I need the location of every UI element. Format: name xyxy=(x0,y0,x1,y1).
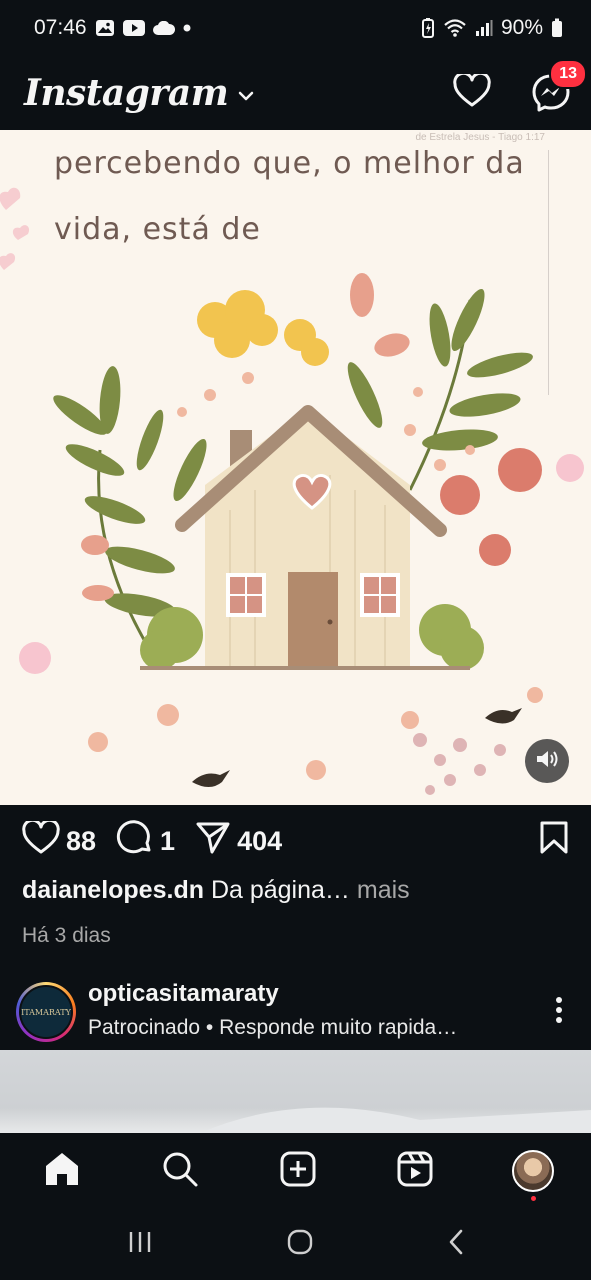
caption-username[interactable]: daianelopes.dn xyxy=(22,876,204,904)
post-media[interactable]: de Estrela Jesus - Tiago 1:17 percebendo… xyxy=(0,130,591,805)
comment-icon xyxy=(116,819,154,863)
caption-more-link[interactable]: mais xyxy=(357,876,410,904)
message-count-badge: 13 xyxy=(549,59,587,89)
nav-profile[interactable] xyxy=(511,1149,555,1201)
youtube-icon xyxy=(122,20,145,36)
profile-notification-dot xyxy=(531,1196,536,1201)
battery-saver-icon xyxy=(421,18,435,38)
reels-icon xyxy=(396,1150,434,1193)
messenger-button[interactable]: 13 xyxy=(531,59,587,113)
profile-avatar xyxy=(512,1150,554,1192)
battery-percentage: 90% xyxy=(500,16,543,39)
notifications-heart-icon[interactable] xyxy=(453,71,491,113)
post-caption: daianelopes.dn Da página… mais xyxy=(22,876,410,905)
signal-icon xyxy=(475,19,493,37)
bookmark-icon[interactable] xyxy=(539,821,569,862)
search-icon xyxy=(161,1150,199,1193)
instagram-logo[interactable]: Instagram xyxy=(24,72,229,114)
recents-icon[interactable] xyxy=(127,1230,153,1259)
post-action-bar: 88 1 404 xyxy=(0,808,591,874)
wifi-icon xyxy=(443,19,467,37)
caption-text: Da página… xyxy=(210,876,350,904)
more-options-icon[interactable] xyxy=(555,996,563,1029)
comment-count: 1 xyxy=(160,825,176,856)
sponsor-username[interactable]: opticasitamaraty xyxy=(88,980,279,1008)
nav-search[interactable] xyxy=(158,1149,202,1193)
speaker-icon xyxy=(535,748,559,775)
notification-dot-icon xyxy=(183,24,191,32)
chevron-down-icon[interactable] xyxy=(238,88,254,106)
post-timestamp: Há 3 dias xyxy=(22,924,111,947)
status-bar: 07:46 90% xyxy=(0,0,591,56)
like-count: 88 xyxy=(66,825,97,856)
gallery-icon xyxy=(95,19,115,37)
volume-button[interactable] xyxy=(525,739,569,783)
home-icon xyxy=(43,1150,81,1193)
like-button[interactable]: 88 xyxy=(22,818,97,862)
battery-icon xyxy=(551,18,563,38)
house-illustration xyxy=(0,187,584,795)
sponsored-post-media[interactable] xyxy=(0,1050,591,1133)
sponsor-subtitle: Patrocinado • Responde muito rapida… xyxy=(88,1016,458,1039)
nav-home[interactable] xyxy=(40,1149,84,1193)
media-preview-shape xyxy=(200,1107,591,1133)
system-navigation-bar xyxy=(0,1209,591,1280)
heart-icon xyxy=(22,818,60,862)
messenger-icon xyxy=(531,74,571,117)
sponsor-avatar-logo: ITAMARATY xyxy=(19,985,73,1039)
comment-button[interactable]: 1 xyxy=(116,819,176,863)
nav-create[interactable] xyxy=(276,1149,320,1193)
app-header: Instagram 13 xyxy=(0,56,591,130)
cloud-icon xyxy=(152,21,175,35)
sponsor-avatar[interactable]: ITAMARATY xyxy=(16,982,76,1042)
nav-reels[interactable] xyxy=(393,1149,437,1193)
sponsored-post-header: ITAMARATY opticasitamaraty Patrocinado •… xyxy=(0,976,591,1050)
share-icon xyxy=(195,821,231,862)
create-icon xyxy=(279,1150,317,1193)
back-icon[interactable] xyxy=(447,1228,465,1261)
bottom-navigation xyxy=(0,1133,591,1209)
status-time: 07:46 xyxy=(34,16,87,39)
home-circle-icon[interactable] xyxy=(286,1228,314,1261)
share-count: 404 xyxy=(237,825,283,856)
share-button[interactable]: 404 xyxy=(195,821,282,862)
